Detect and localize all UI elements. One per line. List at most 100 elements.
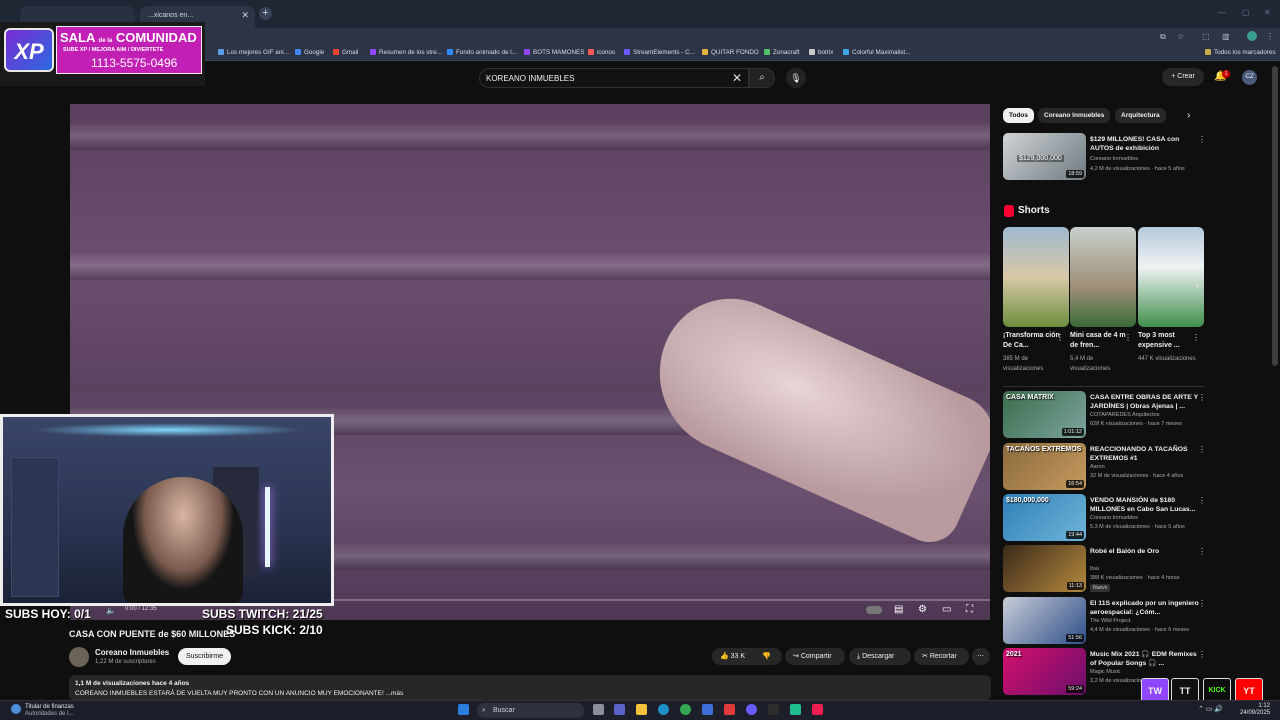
video-thumbnail[interactable]: $129,000,000 18:59 (1003, 133, 1086, 180)
video-thumbnail[interactable]: 51:56 (1003, 597, 1086, 644)
menu-dots-icon[interactable]: ⋮ (1192, 333, 1200, 342)
menu-dots-icon[interactable]: ⋮ (1198, 547, 1206, 556)
list-item[interactable]: TACAÑOS EXTREMOS 16:54 REACCIONANDO A TACA… (1003, 443, 1213, 491)
share-button[interactable]: ↪ Compartir (785, 648, 845, 665)
chevron-right-icon[interactable]: › (1196, 280, 1199, 290)
channel-name[interactable]: Coreano Inmuebles (1090, 156, 1138, 162)
channel-name[interactable]: Ibai (1090, 566, 1099, 572)
short-title[interactable]: Mini casa de 4 m de fren... (1070, 331, 1128, 351)
menu-dots-icon[interactable]: ⋮ (1198, 496, 1206, 505)
channel-name[interactable]: Coreano Inmuebles (1090, 515, 1138, 521)
short-thumbnail[interactable] (1070, 227, 1136, 327)
bookmark-item[interactable]: Los mejores GIF ani... (218, 49, 289, 56)
menu-dots-icon[interactable]: ⋮ (1198, 650, 1206, 659)
video-title[interactable]: Music Mix 2021 🎧 EDM Remixes of Popular … (1090, 650, 1200, 668)
chip-arquitectura[interactable]: Arquitectura (1115, 108, 1166, 123)
search-input[interactable]: KOREANO INMUEBLES ✕ (479, 68, 749, 88)
autoplay-toggle[interactable] (866, 606, 882, 614)
scrollbar[interactable] (1272, 66, 1278, 366)
bookmark-item[interactable]: Google (295, 49, 324, 56)
file-explorer-icon[interactable] (636, 704, 647, 715)
theater-mode-icon[interactable]: ▭ (942, 604, 951, 615)
menu-dots-icon[interactable]: ⋮ (1198, 135, 1206, 144)
video-thumbnail[interactable]: 11:13 (1003, 545, 1086, 592)
chevron-right-icon[interactable]: › (1187, 110, 1190, 121)
clear-search-icon[interactable]: ✕ (732, 71, 742, 85)
list-item[interactable]: $180,000,000 19:44 VENDO MANSIÓN de $180 M… (1003, 494, 1213, 542)
chip-todos[interactable]: Todos (1003, 108, 1035, 123)
download-button[interactable]: ⤓ Descargar (849, 648, 911, 665)
maximize-icon[interactable]: ▢ (1242, 8, 1250, 17)
video-title[interactable]: REACCIONANDO A TACAÑOS EXTREMOS #1 (1090, 445, 1200, 463)
video-title[interactable]: CASA ENTRE OBRAS DE ARTE Y JARDÍNES | Ob… (1090, 393, 1200, 411)
bookmark-item[interactable]: Resumen de los stre... (370, 49, 442, 56)
close-window-icon[interactable]: ✕ (1264, 8, 1271, 17)
windows-start-icon[interactable] (458, 704, 469, 715)
minimize-icon[interactable]: — (1218, 8, 1226, 17)
store-icon[interactable] (702, 704, 713, 715)
menu-dots-icon[interactable]: ⋮ (1198, 445, 1206, 454)
search-button[interactable]: ⌕ (749, 68, 775, 88)
video-title[interactable]: Robé el Balón de Oro (1090, 547, 1200, 556)
menu-dots-icon[interactable]: ⋮ (1266, 32, 1274, 41)
voice-search-button[interactable]: 🎙 (786, 68, 806, 88)
new-tab-button[interactable]: + (259, 7, 272, 20)
channel-avatar[interactable] (69, 647, 89, 667)
short-title[interactable]: Top 3 most expensive ... (1138, 331, 1196, 351)
obs-icon[interactable] (768, 704, 779, 715)
all-bookmarks[interactable]: Todos los marcadores (1205, 49, 1276, 56)
description-box[interactable]: 1,1 M de visualizaciones hace 4 años COR… (69, 675, 991, 701)
short-thumbnail[interactable] (1003, 227, 1069, 327)
create-button[interactable]: + Crear (1162, 68, 1204, 86)
video-thumbnail[interactable]: 2021 59:24 (1003, 648, 1086, 695)
bookmark-item[interactable]: StreamElements - C... (624, 49, 695, 56)
teams-icon[interactable] (614, 704, 625, 715)
list-item[interactable]: 11:13 Robé el Balón de Oro Ibai 388 K visua… (1003, 545, 1213, 593)
bookmark-item[interactable]: BOTS MAMONES (524, 49, 584, 56)
volume-icon[interactable]: 🔈 (106, 606, 116, 615)
fullscreen-icon[interactable]: ⛶ (966, 604, 973, 615)
menu-dots-icon[interactable]: ⋮ (1056, 333, 1064, 342)
dislike-icon[interactable]: 👎 (762, 648, 771, 665)
chip-coreano-inmuebles[interactable]: Coreano Inmuebles (1038, 108, 1111, 123)
subscribe-button[interactable]: Suscribirme (178, 648, 231, 665)
list-item[interactable]: CASA MATRIX 1:01:12 CASA ENTRE OBRAS DE AR… (1003, 391, 1213, 439)
short-title[interactable]: ¡Transforma ción De Ca... (1003, 331, 1061, 351)
video-thumbnail[interactable]: TACAÑOS EXTREMOS 16:54 (1003, 443, 1086, 490)
news-icon[interactable] (11, 704, 21, 714)
news-widget[interactable]: Titular de finanzas Autoridades de I... (25, 704, 74, 718)
like-icon[interactable]: 👍 (720, 653, 729, 660)
task-view-icon[interactable] (593, 704, 604, 715)
sidepanel-icon[interactable]: ▥ (1222, 32, 1230, 41)
clip-button[interactable]: ✂ Recortar (914, 648, 969, 665)
cast-icon[interactable]: ⧉ (1160, 32, 1166, 42)
edge-icon[interactable] (658, 704, 669, 715)
menu-dots-icon[interactable]: ⋮ (1198, 393, 1206, 402)
video-thumbnail[interactable]: CASA MATRIX 1:01:12 (1003, 391, 1086, 438)
taskbar-clock[interactable]: 1:12 24/09/2025 (1240, 703, 1270, 717)
bookmark-item[interactable]: QUITAR FONDO (702, 49, 759, 56)
bookmark-item[interactable]: Colorful Maximalist... (843, 49, 910, 56)
menu-dots-icon[interactable]: ⋮ (1124, 333, 1132, 342)
bookmark-item[interactable]: iconos (588, 49, 615, 56)
avatar[interactable]: CZ (1242, 70, 1257, 85)
more-actions-button[interactable]: ⋯ (972, 648, 990, 665)
chrome-icon[interactable] (680, 704, 691, 715)
extensions-icon[interactable]: ⬚ (1202, 32, 1210, 41)
subtitles-icon[interactable]: ▤ (894, 604, 903, 615)
youtube-app-icon[interactable] (724, 704, 735, 715)
bookmark-star-icon[interactable]: ☆ (1177, 32, 1184, 41)
list-item[interactable]: $129,000,000 18:59 $129 MILLONES! CASA c… (1003, 133, 1213, 181)
channel-name[interactable]: Magic Music (1090, 669, 1121, 675)
profile-icon[interactable] (1247, 31, 1257, 41)
channel-name[interactable]: Aaron (1090, 464, 1105, 470)
channel-name[interactable]: The Wild Project (1090, 618, 1130, 624)
tiktok-app-icon[interactable] (812, 704, 823, 715)
app-icon[interactable] (790, 704, 801, 715)
discord-icon[interactable] (746, 704, 757, 715)
video-title[interactable]: VENDO MANSIÓN de $180 MILLONES en Cabo S… (1090, 496, 1200, 514)
menu-dots-icon[interactable]: ⋮ (1198, 599, 1206, 608)
like-count[interactable]: 33 K (731, 653, 745, 660)
bookmark-item[interactable]: Zonacraft (764, 49, 800, 56)
close-tab-icon[interactable]: ✕ (241, 10, 249, 21)
